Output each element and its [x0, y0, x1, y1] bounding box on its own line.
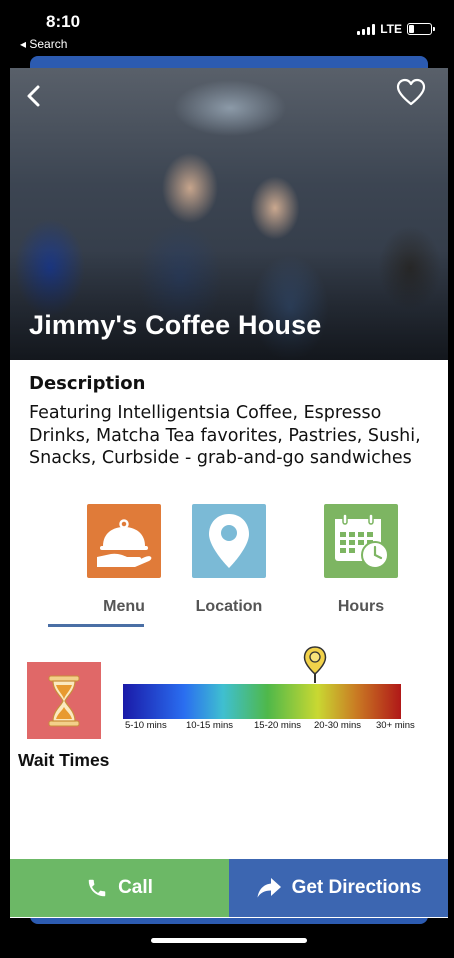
share-arrow-icon: [257, 878, 281, 898]
description-heading: Description: [29, 373, 146, 394]
hero-photo: Jimmy's Coffee House: [10, 68, 448, 360]
scale-tick-label: 15-20 mins: [254, 720, 301, 731]
directions-label: Get Directions: [291, 877, 422, 898]
selected-tab-indicator: [48, 624, 144, 627]
back-arrow-icon[interactable]: [20, 82, 48, 110]
cloche-icon: [87, 504, 161, 578]
phone-icon: [88, 879, 106, 897]
tab-hours[interactable]: Hours: [311, 504, 411, 616]
wait-time-scale-bar: [123, 684, 401, 719]
status-indicators: LTE: [357, 22, 435, 36]
scale-tick-label: 5-10 mins: [125, 720, 167, 731]
scale-tick-label: 20-30 mins: [314, 720, 361, 731]
hourglass-icon: [27, 662, 101, 739]
scale-tick-label: 30+ mins: [376, 720, 415, 731]
status-bar: 8:10 ◂ Search LTE: [0, 0, 454, 56]
tab-label: Hours: [337, 598, 385, 615]
network-label: LTE: [380, 22, 402, 36]
home-indicator[interactable]: [151, 938, 307, 943]
call-button[interactable]: Call: [10, 859, 229, 917]
tab-label: Location: [195, 598, 263, 615]
battery-icon: [407, 23, 435, 35]
detail-screen: Jimmy's Coffee House Description Featuri…: [10, 68, 448, 918]
tab-menu[interactable]: Menu: [74, 504, 174, 616]
description-text: Featuring Intelligentsia Coffee, Espress…: [29, 403, 421, 468]
signal-icon: [357, 23, 376, 35]
phone-frame: 8:10 ◂ Search LTE Jimmy's Coffee House D…: [0, 0, 454, 958]
venue-title: Jimmy's Coffee House: [29, 310, 322, 340]
back-to-search-link[interactable]: ◂ Search: [20, 37, 67, 51]
status-time: 8:10: [46, 12, 81, 31]
tab-location[interactable]: Location: [179, 504, 279, 616]
location-pin-icon: [192, 504, 266, 578]
scale-tick-label: 10-15 mins: [186, 720, 233, 731]
calendar-clock-icon: [324, 504, 398, 578]
get-directions-button[interactable]: Get Directions: [229, 859, 448, 917]
wait-times-label: Wait Times: [18, 750, 110, 770]
wait-level-pin-icon: [303, 646, 327, 683]
call-label: Call: [118, 877, 153, 898]
heart-icon[interactable]: [396, 78, 426, 108]
tab-label: Menu: [103, 598, 145, 615]
